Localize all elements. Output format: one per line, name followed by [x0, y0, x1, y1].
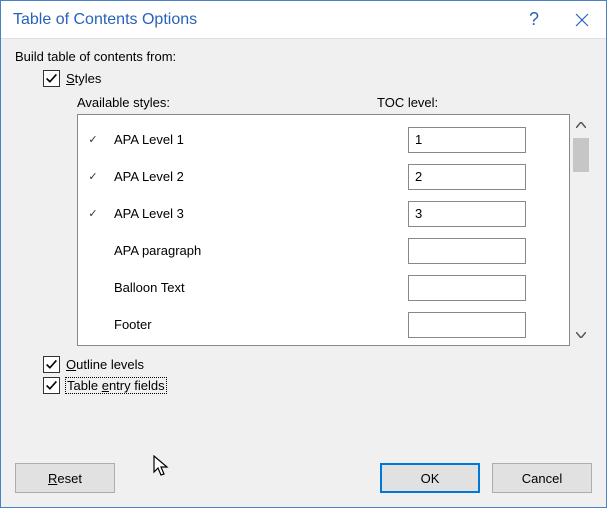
style-row: Balloon Text [78, 269, 559, 306]
build-from-label: Build table of contents from: [15, 49, 592, 64]
chevron-up-icon [576, 122, 586, 128]
help-button[interactable]: ? [510, 1, 558, 39]
style-used-mark: ✓ [78, 133, 108, 146]
toc-level-input[interactable] [408, 238, 526, 264]
outline-levels-row: Outline levels [43, 356, 592, 373]
style-row: ✓ APA Level 3 [78, 195, 559, 232]
styles-checkbox-row: Styles [43, 70, 592, 87]
toc-level-input[interactable] [408, 127, 526, 153]
help-icon: ? [529, 9, 539, 30]
reset-button[interactable]: Reset [15, 463, 115, 493]
toc-level-input[interactable] [408, 312, 526, 338]
checkmark-icon [45, 379, 58, 392]
table-entry-fields-row: Table entry fields [43, 377, 592, 394]
dialog-title: Table of Contents Options [13, 11, 510, 29]
toc-level-input[interactable] [408, 201, 526, 227]
scroll-up-button[interactable] [572, 116, 590, 134]
available-styles-header: Available styles: [77, 95, 377, 110]
style-list-panel: ✓ APA Level 1 ✓ APA Level 2 ✓ APA Level … [77, 114, 570, 346]
style-name: Balloon Text [108, 280, 408, 295]
style-row: Footer [78, 306, 559, 343]
toc-level-header: TOC level: [377, 95, 592, 110]
checkmark-icon [45, 358, 58, 371]
bottom-options: Outline levels Table entry fields [43, 356, 592, 394]
chevron-down-icon [576, 332, 586, 338]
styles-checkbox[interactable] [43, 70, 60, 87]
table-entry-fields-checkbox[interactable] [43, 377, 60, 394]
style-list-wrap: ✓ APA Level 1 ✓ APA Level 2 ✓ APA Level … [77, 114, 592, 346]
styles-label: Styles [66, 71, 101, 86]
toc-options-dialog: Table of Contents Options ? Build table … [0, 0, 607, 508]
style-name: APA Level 1 [108, 132, 408, 147]
titlebar: Table of Contents Options ? [1, 1, 606, 39]
style-name: APA paragraph [108, 243, 408, 258]
dialog-content: Build table of contents from: Styles Ava… [1, 39, 606, 455]
close-button[interactable] [558, 1, 606, 39]
style-used-mark: ✓ [78, 170, 108, 183]
scrollbar[interactable] [570, 114, 592, 346]
style-row: ✓ APA Level 1 [78, 121, 559, 158]
style-row: ✓ APA Level 2 [78, 158, 559, 195]
scroll-down-button[interactable] [572, 326, 590, 344]
style-name: Footer [108, 317, 408, 332]
table-entry-fields-label: Table entry fields [66, 378, 166, 393]
checkmark-icon [45, 72, 58, 85]
style-name: APA Level 3 [108, 206, 408, 221]
style-used-mark: ✓ [78, 207, 108, 220]
ok-button[interactable]: OK [380, 463, 480, 493]
toc-level-input[interactable] [408, 164, 526, 190]
close-icon [575, 13, 589, 27]
outline-levels-checkbox[interactable] [43, 356, 60, 373]
cancel-button[interactable]: Cancel [492, 463, 592, 493]
outline-levels-label: Outline levels [66, 357, 144, 372]
style-list-headers: Available styles: TOC level: [77, 95, 592, 110]
style-row: APA paragraph [78, 232, 559, 269]
dialog-buttons: Reset OK Cancel [1, 455, 606, 507]
scroll-thumb[interactable] [573, 138, 589, 172]
toc-level-input[interactable] [408, 275, 526, 301]
style-name: APA Level 2 [108, 169, 408, 184]
